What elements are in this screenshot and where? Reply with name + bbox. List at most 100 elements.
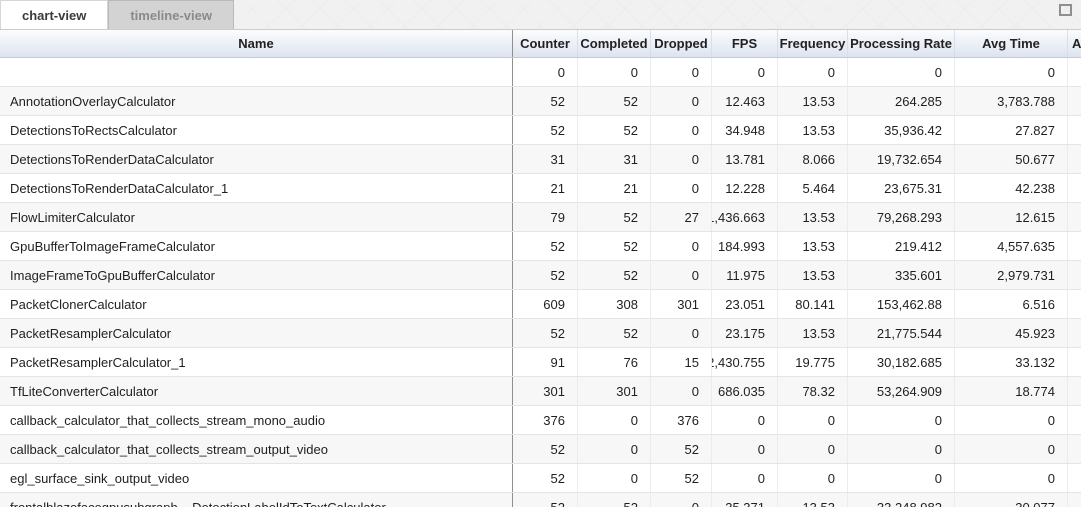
table-row[interactable]: PacketResamplerCalculator 52 52 0 23.175… (0, 319, 1081, 348)
column-header-name[interactable]: Name (0, 30, 513, 57)
cell-clipped (1068, 377, 1081, 405)
cell-processing-rate: 219.412 (848, 232, 955, 260)
cell-frequency: 80.141 (778, 290, 848, 318)
cell-name: frontalblazefacegpusubgraph__DetectionLa… (0, 493, 513, 507)
cell-avg-time: 42.238 (955, 174, 1068, 202)
cell-clipped (1068, 174, 1081, 202)
cell-name: ImageFrameToGpuBufferCalculator (0, 261, 513, 289)
table-row[interactable]: DetectionsToRectsCalculator 52 52 0 34.9… (0, 116, 1081, 145)
cell-dropped: 0 (651, 116, 712, 144)
stats-panel: chart-view timeline-view Name Counter Co… (0, 0, 1081, 507)
table-row[interactable]: ImageFrameToGpuBufferCalculator 52 52 0 … (0, 261, 1081, 290)
table-row[interactable]: egl_surface_sink_output_video 52 0 52 0 … (0, 464, 1081, 493)
tab-chart-view-label: chart-view (22, 8, 86, 23)
cell-completed: 21 (578, 174, 651, 202)
cell-dropped: 0 (651, 174, 712, 202)
column-header-processing-rate[interactable]: Processing Rate (848, 30, 955, 57)
tab-timeline-view[interactable]: timeline-view (108, 0, 234, 29)
cell-frequency: 13.53 (778, 493, 848, 507)
table-row[interactable]: frontalblazefacegpusubgraph__DetectionLa… (0, 493, 1081, 507)
cell-processing-rate: 23,675.31 (848, 174, 955, 202)
cell-clipped (1068, 58, 1081, 86)
cell-clipped (1068, 290, 1081, 318)
table-body: 0 0 0 0 0 0 0 AnnotationOverlayCalculato… (0, 58, 1081, 507)
cell-fps: 686.035 (712, 377, 778, 405)
cell-name: FlowLimiterCalculator (0, 203, 513, 231)
cell-clipped (1068, 319, 1081, 347)
cell-clipped (1068, 348, 1081, 376)
cell-dropped: 301 (651, 290, 712, 318)
table-row[interactable]: PacketResamplerCalculator_1 91 76 15 2,4… (0, 348, 1081, 377)
cell-processing-rate: 21,775.544 (848, 319, 955, 347)
cell-name: GpuBufferToImageFrameCalculator (0, 232, 513, 260)
cell-avg-time: 18.774 (955, 377, 1068, 405)
cell-counter: 52 (513, 116, 578, 144)
column-header-dropped[interactable]: Dropped (651, 30, 712, 57)
cell-completed: 52 (578, 232, 651, 260)
cell-name: AnnotationOverlayCalculator (0, 87, 513, 115)
cell-counter: 52 (513, 464, 578, 492)
cell-clipped (1068, 406, 1081, 434)
table-row[interactable]: callback_calculator_that_collects_stream… (0, 406, 1081, 435)
cell-avg-time: 45.923 (955, 319, 1068, 347)
cell-name: PacketResamplerCalculator_1 (0, 348, 513, 376)
cell-fps: 1,436.663 (712, 203, 778, 231)
cell-completed: 52 (578, 319, 651, 347)
cell-dropped: 0 (651, 261, 712, 289)
cell-counter: 376 (513, 406, 578, 434)
column-header-clipped[interactable]: A (1068, 30, 1081, 57)
cell-frequency: 8.066 (778, 145, 848, 173)
cell-clipped (1068, 232, 1081, 260)
table-row[interactable]: AnnotationOverlayCalculator 52 52 0 12.4… (0, 87, 1081, 116)
cell-frequency: 78.32 (778, 377, 848, 405)
cell-counter: 609 (513, 290, 578, 318)
cell-clipped (1068, 464, 1081, 492)
cell-clipped (1068, 435, 1081, 463)
cell-fps: 0 (712, 58, 778, 86)
table-row[interactable]: PacketClonerCalculator 609 308 301 23.05… (0, 290, 1081, 319)
column-header-fps[interactable]: FPS (712, 30, 778, 57)
tab-chart-view[interactable]: chart-view (0, 0, 108, 29)
cell-completed: 301 (578, 377, 651, 405)
cell-frequency: 0 (778, 464, 848, 492)
cell-processing-rate: 33,248.982 (848, 493, 955, 507)
table-row[interactable]: TfLiteConverterCalculator 301 301 0 686.… (0, 377, 1081, 406)
cell-counter: 52 (513, 493, 578, 507)
cell-counter: 52 (513, 261, 578, 289)
column-header-avg-time[interactable]: Avg Time (955, 30, 1068, 57)
cell-fps: 0 (712, 406, 778, 434)
column-header-completed[interactable]: Completed (578, 30, 651, 57)
cell-fps: 184.993 (712, 232, 778, 260)
cell-processing-rate: 0 (848, 58, 955, 86)
cell-completed: 52 (578, 203, 651, 231)
cell-dropped: 15 (651, 348, 712, 376)
cell-counter: 21 (513, 174, 578, 202)
table-row[interactable]: FlowLimiterCalculator 79 52 27 1,436.663… (0, 203, 1081, 232)
cell-avg-time: 2,979.731 (955, 261, 1068, 289)
cell-name: DetectionsToRectsCalculator (0, 116, 513, 144)
table-row[interactable]: 0 0 0 0 0 0 0 (0, 58, 1081, 87)
cell-frequency: 13.53 (778, 116, 848, 144)
cell-dropped: 0 (651, 58, 712, 86)
cell-name (0, 58, 513, 86)
cell-processing-rate: 335.601 (848, 261, 955, 289)
cell-clipped (1068, 87, 1081, 115)
table-row[interactable]: DetectionsToRenderDataCalculator 31 31 0… (0, 145, 1081, 174)
table-header-row: Name Counter Completed Dropped FPS Frequ… (0, 29, 1081, 58)
column-header-counter[interactable]: Counter (513, 30, 578, 57)
cell-dropped: 0 (651, 493, 712, 507)
popout-icon[interactable] (1059, 4, 1072, 16)
table-row[interactable]: DetectionsToRenderDataCalculator_1 21 21… (0, 174, 1081, 203)
cell-dropped: 0 (651, 145, 712, 173)
cell-counter: 301 (513, 377, 578, 405)
table-row[interactable]: GpuBufferToImageFrameCalculator 52 52 0 … (0, 232, 1081, 261)
stats-table: Name Counter Completed Dropped FPS Frequ… (0, 29, 1081, 507)
column-header-frequency[interactable]: Frequency (778, 30, 848, 57)
cell-frequency: 13.53 (778, 232, 848, 260)
cell-counter: 0 (513, 58, 578, 86)
table-row[interactable]: callback_calculator_that_collects_stream… (0, 435, 1081, 464)
cell-name: PacketClonerCalculator (0, 290, 513, 318)
cell-fps: 12.463 (712, 87, 778, 115)
cell-completed: 0 (578, 406, 651, 434)
cell-name: DetectionsToRenderDataCalculator (0, 145, 513, 173)
